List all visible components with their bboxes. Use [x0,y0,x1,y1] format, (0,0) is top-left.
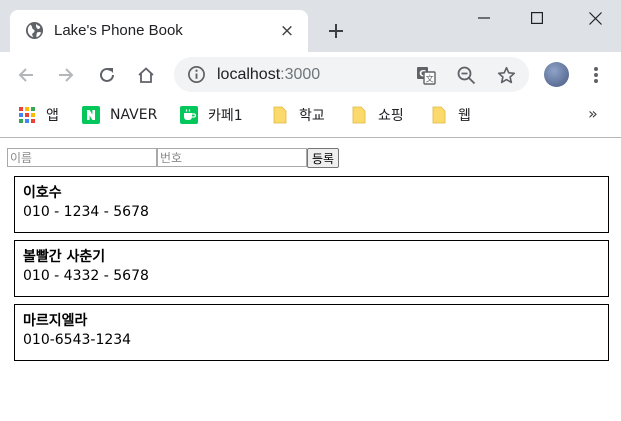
minimize-button[interactable] [461,0,507,36]
bookmark-apps[interactable]: 앱 [18,104,59,126]
contact-card[interactable]: 마르지엘라 010-6543-1234 [14,304,609,361]
contact-list: 이호수 010 - 1234 - 5678 볼빨간 사춘기 010 - 4332… [14,176,609,368]
bookmark-label: 쇼핑 [378,108,404,124]
reload-icon [100,67,114,82]
translate-icon: G 文 [417,67,436,85]
forward-button[interactable] [53,62,79,88]
close-icon [588,11,602,25]
register-button[interactable]: 등록 [307,148,340,168]
bookmark-folder-school[interactable]: 학교 [271,104,325,126]
star-icon [497,66,515,83]
name-input[interactable] [7,148,157,167]
minimize-icon [478,17,490,19]
contact-phone: 010-6543-1234 [23,332,132,348]
bookmarks-bar: 앱 NAVER 카페1 학교 쇼핑 웹 » [0,97,621,133]
contact-phone: 010 - 4332 - 5678 [23,268,149,284]
contact-name: 이호수 [23,185,62,201]
window-close-button[interactable] [572,0,618,36]
folder-icon [352,106,366,124]
folder-icon [273,106,287,124]
url-text[interactable]: localhost:3000 [217,64,320,85]
back-button[interactable] [13,62,39,88]
bookmark-folder-web[interactable]: 웹 [430,104,471,126]
home-icon [138,67,154,83]
profile-avatar[interactable] [544,62,569,87]
address-bar[interactable]: localhost:3000 G 文 [174,57,529,92]
menu-kebab-icon[interactable] [587,64,605,86]
browser-toolbar: localhost:3000 G 文 [0,52,621,97]
bookmark-naver[interactable]: NAVER [82,104,157,126]
globe-icon [25,21,44,40]
bookmark-star-button[interactable] [495,64,517,86]
bookmark-label: 카페1 [208,108,243,124]
arrow-left-icon [18,68,33,82]
reload-button[interactable] [94,62,120,88]
bookmark-label: 웹 [458,108,471,124]
bookmark-folder-shopping[interactable]: 쇼핑 [350,104,404,126]
bookmark-label: 학교 [299,108,325,124]
naver-icon [82,106,100,124]
contact-name: 마르지엘라 [23,313,88,329]
arrow-right-icon [59,68,74,82]
url-host: localhost [217,66,281,83]
tab-title: Lake's Phone Book [54,22,183,39]
zoom-out-icon [457,66,475,84]
browser-tab[interactable]: Lake's Phone Book × [10,10,308,52]
tab-strip: Lake's Phone Book × [0,0,621,52]
plus-icon [329,24,343,38]
maximize-button[interactable] [514,0,560,36]
url-port: :3000 [280,66,321,83]
zoom-button[interactable] [455,64,477,86]
toolbar-divider [0,137,621,138]
cafe-icon [180,106,198,124]
home-button[interactable] [133,62,159,88]
translate-button[interactable]: G 文 [415,64,437,86]
new-tab-button[interactable] [325,20,347,42]
folder-icon [432,106,446,124]
bookmark-cafe[interactable]: 카페1 [180,104,243,126]
contact-card[interactable]: 볼빨간 사춘기 010 - 4332 - 5678 [14,240,609,297]
contact-form: 등록 [7,148,340,168]
info-icon[interactable] [187,65,206,84]
tab-close-icon[interactable]: × [278,21,296,41]
maximize-icon [531,12,543,24]
apps-grid-icon [19,107,35,123]
contact-phone: 010 - 1234 - 5678 [23,204,149,220]
bookmark-label: 앱 [46,108,59,124]
contact-card[interactable]: 이호수 010 - 1234 - 5678 [14,176,609,233]
contact-name: 볼빨간 사춘기 [23,249,106,265]
bookmark-label: NAVER [110,107,158,123]
bookmarks-overflow-button[interactable]: » [588,104,598,123]
phone-input[interactable] [157,148,307,167]
svg-text:文: 文 [426,74,434,84]
